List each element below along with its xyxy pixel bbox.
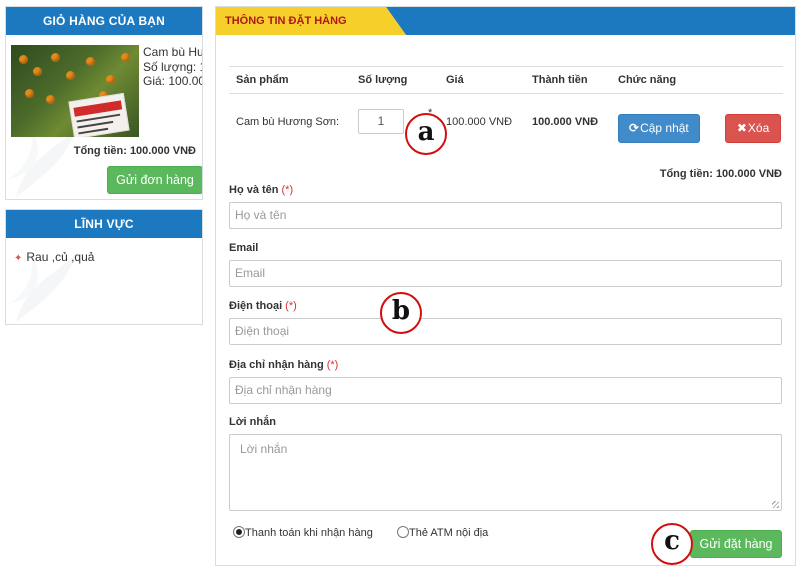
address-label: Địa chỉ nhận hàng (*) — [229, 359, 339, 371]
order-total: Tổng tiền: 100.000 VNĐ — [659, 168, 782, 180]
payment-option-label: Thẻ ATM nội địa — [409, 527, 489, 539]
price-cell: 100.000 VNĐ — [446, 115, 513, 128]
phone-field[interactable]: Điện thoại — [229, 318, 782, 345]
annotation-marker-c: c — [651, 523, 693, 565]
refresh-icon: ⟳ — [629, 121, 640, 136]
message-label: Lời nhắn — [229, 416, 276, 428]
column-header: Số lượng — [351, 66, 439, 94]
required-marker: (*) — [285, 300, 297, 312]
payment-option-label: Thanh toán khi nhận hàng — [245, 527, 373, 539]
delete-button-label: Xóa — [747, 121, 770, 136]
phone-label: Điện thoại (*) — [229, 300, 297, 312]
cart-item-price: Giá: 100.000 VNĐ — [143, 74, 202, 88]
close-icon: ✖ — [736, 121, 747, 136]
cart-total: Tổng tiền: 100.000 VNĐ — [73, 145, 196, 157]
order-table: Sản phẩm Số lượng Giá Thành tiền Chức nă… — [229, 66, 783, 150]
product-cell: Cam bù Hương Sơn: — [236, 115, 340, 128]
resize-grip-icon[interactable] — [772, 501, 779, 508]
name-field[interactable]: Họ và tên — [229, 202, 782, 229]
cart-item-info: Cam bù Hương Sơn Số lượng: 1 Giá: 100.00… — [143, 45, 203, 89]
column-header: Thành tiền — [525, 66, 611, 94]
product-thumbnail[interactable] — [11, 45, 139, 137]
cart-panel-title: GIỎ HÀNG CỦA BẠN — [6, 7, 202, 35]
email-label: Email — [229, 242, 259, 254]
field-list-item[interactable]: ✦ Rau ,củ ,quả — [14, 250, 94, 264]
column-header: Giá — [439, 66, 525, 94]
field-list: ✦ Rau ,củ ,quả — [14, 250, 94, 264]
column-header: Chức năng — [611, 66, 783, 94]
update-button-label: Cập nhật — [640, 121, 689, 136]
name-label: Họ và tên (*) — [229, 184, 294, 196]
payment-option-cod[interactable]: Thanh toán khi nhận hàng — [233, 526, 373, 539]
annotation-marker-a: a — [405, 113, 447, 155]
annotation-marker-b: b — [380, 292, 422, 334]
field-panel: LĨNH VỰC ✦ Rau ,củ ,quả — [5, 209, 203, 325]
email-field[interactable]: Email — [229, 260, 782, 287]
actions-cell: ⟳Cập nhật ✖Xóa — [611, 94, 783, 150]
order-panel: THÔNG TIN ĐẶT HÀNG Sản phẩm Số lượng Giá… — [215, 6, 796, 566]
delete-button[interactable]: ✖Xóa — [724, 114, 782, 144]
table-header-row: Sản phẩm Số lượng Giá Thành tiền Chức nă… — [229, 66, 783, 94]
address-field[interactable]: Địa chỉ nhận hàng — [229, 377, 782, 404]
cart-item-quantity: Số lượng: 1 — [143, 59, 203, 74]
field-panel-title: LĨNH VỰC — [6, 210, 202, 238]
cart-item-name[interactable]: Cam bù Hương Sơn — [143, 45, 202, 60]
field-item-label: Rau ,củ ,quả — [26, 250, 95, 264]
message-textarea[interactable]: Lời nhắn — [229, 434, 782, 511]
send-cart-button[interactable]: Gửi đơn hàng — [107, 166, 202, 194]
subtotal-cell: 100.000 VNĐ — [532, 115, 599, 128]
order-panel-title: THÔNG TIN ĐẶT HÀNG — [225, 15, 347, 27]
required-marker: (*) — [326, 359, 339, 371]
order-panel-header: THÔNG TIN ĐẶT HÀNG — [216, 7, 795, 35]
required-marker: (*) — [281, 184, 294, 196]
cart-panel: GIỎ HÀNG CỦA BẠN Cam bù Hương Sơn Số lượ… — [5, 6, 203, 200]
radio-checked-icon[interactable] — [233, 526, 245, 538]
message-placeholder: Lời nhắn — [240, 442, 288, 456]
bullet-icon: ✦ — [14, 253, 23, 264]
payment-option-atm[interactable]: Thẻ ATM nội địa — [397, 526, 488, 539]
quantity-input[interactable]: 1 — [358, 109, 404, 135]
column-header: Sản phẩm — [229, 66, 351, 94]
table-row: Cam bù Hương Sơn: 1 * 100.000 VNĐ 100.00… — [229, 94, 783, 150]
update-button[interactable]: ⟳Cập nhật — [618, 114, 700, 144]
submit-order-button[interactable]: Gửi đặt hàng — [690, 530, 782, 558]
radio-unchecked-icon[interactable] — [397, 526, 409, 538]
